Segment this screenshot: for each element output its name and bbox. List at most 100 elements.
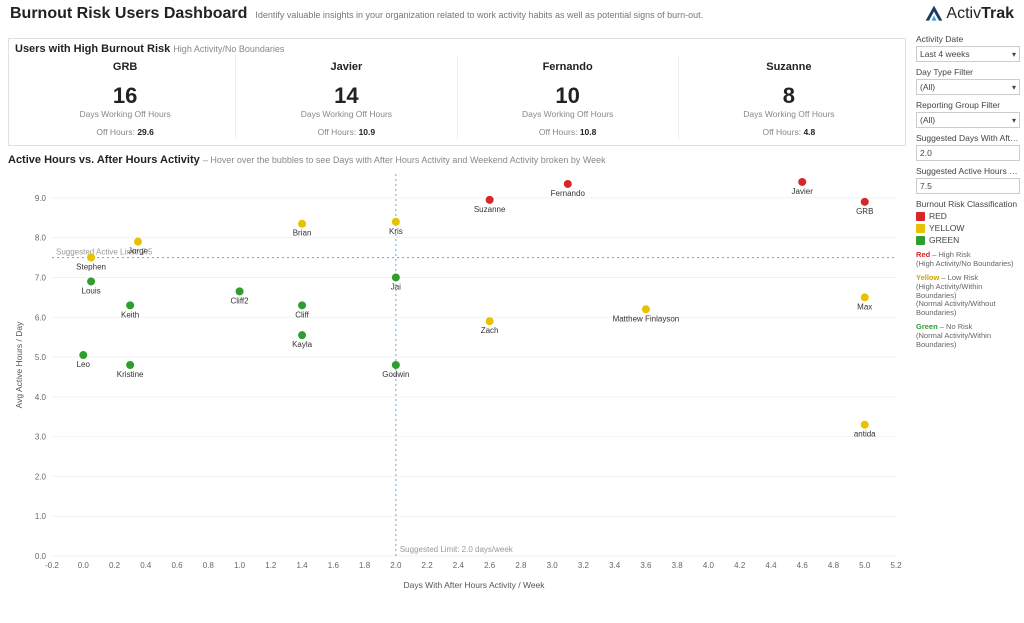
suggested-days-value: 2.0 (920, 148, 932, 158)
data-point[interactable] (126, 361, 134, 369)
svg-text:3.0: 3.0 (35, 433, 47, 442)
card-days-label: Days Working Off Hours (683, 109, 895, 119)
legend-item[interactable]: YELLOW (916, 223, 1020, 233)
data-point[interactable] (486, 196, 494, 204)
data-point[interactable] (298, 220, 306, 228)
activity-date-select[interactable]: Last 4 weeks ▾ (916, 46, 1020, 62)
data-point[interactable] (87, 254, 95, 262)
data-point-label: Kristine (117, 370, 144, 379)
data-point[interactable] (564, 180, 572, 188)
svg-text:1.0: 1.0 (234, 561, 246, 570)
card-name: Javier (240, 61, 452, 73)
data-point[interactable] (134, 238, 142, 246)
svg-text:0.6: 0.6 (171, 561, 183, 570)
risk-user-card[interactable]: Fernando 10 Days Working Off Hours Off H… (458, 55, 679, 139)
logo-text-2: Trak (981, 5, 1014, 23)
data-point[interactable] (392, 273, 400, 281)
card-days-value: 14 (240, 83, 452, 109)
data-point[interactable] (392, 218, 400, 226)
section1-title: Users with High Burnout Risk (15, 43, 170, 55)
card-offhours: Off Hours: 10.8 (462, 127, 674, 137)
legend-item[interactable]: RED (916, 211, 1020, 221)
risk-user-card[interactable]: Javier 14 Days Working Off Hours Off Hou… (236, 55, 457, 139)
data-point[interactable] (126, 301, 134, 309)
risk-green-desc: Green – No Risk (Normal Activity/Within … (916, 323, 1020, 349)
sidebar-filters: Activity Date Last 4 weeks ▾ Day Type Fi… (916, 34, 1020, 619)
svg-text:3.6: 3.6 (640, 561, 652, 570)
svg-text:0.4: 0.4 (140, 561, 152, 570)
svg-text:2.8: 2.8 (515, 561, 527, 570)
svg-text:1.6: 1.6 (328, 561, 340, 570)
data-point-label: Fernando (551, 189, 586, 198)
data-point[interactable] (486, 317, 494, 325)
svg-text:2.0: 2.0 (35, 472, 47, 481)
data-point[interactable] (861, 293, 869, 301)
legend-swatch (916, 236, 925, 245)
section1-sub: High Activity/No Boundaries (173, 44, 284, 54)
data-point-label: Cliff (295, 310, 309, 319)
data-point-label: Leo (77, 360, 91, 369)
legend-item[interactable]: GREEN (916, 235, 1020, 245)
data-point[interactable] (392, 361, 400, 369)
day-type-select[interactable]: (All) ▾ (916, 79, 1020, 95)
reporting-group-select[interactable]: (All) ▾ (916, 112, 1020, 128)
card-days-value: 16 (19, 83, 231, 109)
svg-text:1.2: 1.2 (265, 561, 277, 570)
data-point-label: Jorge (128, 247, 149, 256)
svg-text:4.0: 4.0 (35, 393, 47, 402)
data-point[interactable] (642, 305, 650, 313)
svg-text:4.6: 4.6 (797, 561, 809, 570)
scatter-chart[interactable]: 0.01.02.03.04.05.06.07.08.09.0-0.20.00.2… (8, 168, 906, 592)
data-point[interactable] (861, 421, 869, 429)
legend-label: YELLOW (929, 223, 964, 233)
svg-text:2.0: 2.0 (390, 561, 402, 570)
data-point-label: Jai (391, 282, 401, 291)
chart-panel: Active Hours vs. After Hours Activity – … (8, 154, 906, 592)
day-type-label: Day Type Filter (916, 67, 1020, 77)
data-point[interactable] (861, 198, 869, 206)
data-point[interactable] (236, 287, 244, 295)
risk-user-card[interactable]: Suzanne 8 Days Working Off Hours Off Hou… (679, 55, 899, 139)
header: Burnout Risk Users Dashboard Identify va… (0, 0, 1024, 24)
day-type-value: (All) (920, 82, 935, 92)
logo-text-1: Activ (946, 5, 981, 23)
data-point-label: Suzanne (474, 205, 506, 214)
svg-text:0.0: 0.0 (78, 561, 90, 570)
card-offhours: Off Hours: 10.9 (240, 127, 452, 137)
svg-text:3.0: 3.0 (547, 561, 559, 570)
svg-text:Suggested Limit: 2.0 days/week: Suggested Limit: 2.0 days/week (400, 545, 514, 554)
suggested-hours-value: 7.5 (920, 181, 932, 191)
data-point[interactable] (79, 351, 87, 359)
chevron-down-icon: ▾ (1012, 83, 1016, 92)
risk-yellow-desc: Yellow – Low Risk (High Activity/Within … (916, 274, 1020, 317)
card-name: Fernando (462, 61, 674, 73)
data-point-label: Zach (481, 326, 499, 335)
high-risk-panel: Users with High Burnout Risk High Activi… (8, 38, 906, 146)
svg-text:0.2: 0.2 (109, 561, 121, 570)
suggested-days-input[interactable]: 2.0 (916, 145, 1020, 161)
data-point-label: Brian (293, 229, 312, 238)
risk-user-card[interactable]: GRB 16 Days Working Off Hours Off Hours:… (15, 55, 236, 139)
svg-text:4.8: 4.8 (828, 561, 840, 570)
card-offhours: Off Hours: 4.8 (683, 127, 895, 137)
data-point-label: Stephen (76, 263, 106, 272)
data-point-label: Keith (121, 310, 139, 319)
svg-text:3.8: 3.8 (672, 561, 684, 570)
classification-title: Burnout Risk Classification (916, 199, 1020, 209)
svg-text:0.8: 0.8 (203, 561, 215, 570)
svg-text:9.0: 9.0 (35, 194, 47, 203)
svg-text:4.4: 4.4 (765, 561, 777, 570)
data-point[interactable] (298, 301, 306, 309)
data-point-label: Max (857, 302, 872, 311)
legend-swatch (916, 212, 925, 221)
data-point[interactable] (87, 277, 95, 285)
data-point[interactable] (298, 331, 306, 339)
suggested-hours-label: Suggested Active Hours Limit (916, 166, 1020, 176)
data-point-label: Matthew Finlayson (613, 314, 680, 323)
svg-text:3.2: 3.2 (578, 561, 590, 570)
data-point[interactable] (798, 178, 806, 186)
suggested-hours-input[interactable]: 7.5 (916, 178, 1020, 194)
data-point-label: Kayla (292, 340, 313, 349)
activity-date-value: Last 4 weeks (920, 49, 970, 59)
svg-text:4.2: 4.2 (734, 561, 746, 570)
